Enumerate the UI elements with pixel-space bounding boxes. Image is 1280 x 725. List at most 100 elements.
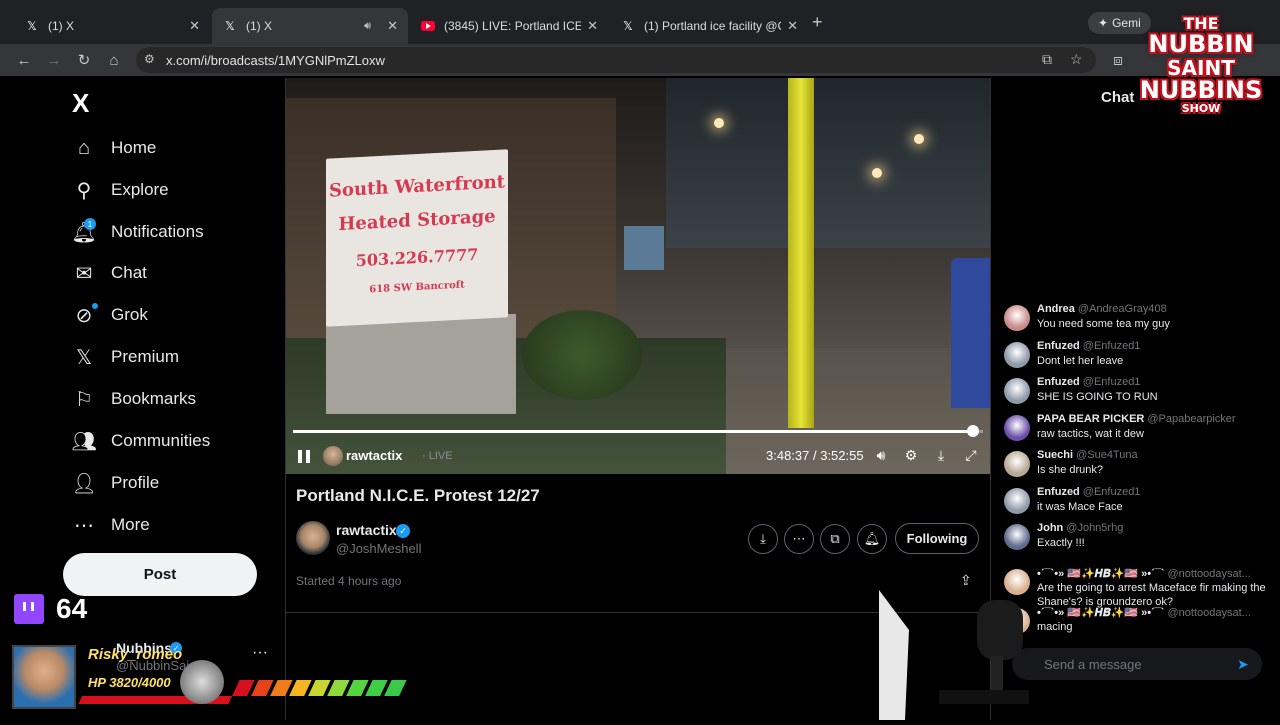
host-avatar[interactable] bbox=[323, 446, 343, 466]
post-button[interactable]: Post bbox=[63, 553, 257, 596]
browser-tab-bar: 𝕏 (1) X ✕ 𝕏 (1) X 🔊︎ ✕ (3845) LIVE: Port… bbox=[0, 0, 1280, 44]
sidebar-item-label: Notifications bbox=[111, 222, 204, 241]
fullscreen-icon[interactable]: ⤢ bbox=[962, 446, 980, 464]
video-progress-bar[interactable] bbox=[293, 425, 983, 437]
live-label: · LIVE bbox=[422, 450, 453, 462]
browser-tab[interactable]: (3845) LIVE: Portland ICE - Dece ✕ bbox=[410, 8, 608, 44]
chat-text: You need some tea my guy bbox=[1037, 318, 1170, 330]
sidebar-item-label: More bbox=[111, 515, 150, 534]
close-tab-icon[interactable]: ✕ bbox=[587, 18, 598, 34]
video-scene-mailbox bbox=[624, 226, 664, 270]
sign-text-line: South Waterfront bbox=[329, 171, 505, 202]
chat-avatar[interactable] bbox=[1004, 524, 1030, 550]
sparkle-icon: ✦ bbox=[1098, 16, 1109, 30]
account-more-icon[interactable]: ··· bbox=[252, 644, 268, 662]
send-icon[interactable]: ➤ bbox=[1237, 656, 1249, 673]
tab-title: (3845) LIVE: Portland ICE - Dece bbox=[444, 19, 582, 33]
picture-in-picture-button[interactable]: ⧉ bbox=[820, 524, 850, 554]
chat-author[interactable]: •´¯`•» 🇺🇸✨𝑯𝑩✨🇺🇸 »•´¯` @nottoodaysat... bbox=[1037, 567, 1251, 581]
broadcast-video[interactable]: South Waterfront Heated Storage 503.226.… bbox=[286, 78, 990, 474]
settings-gear-icon[interactable]: ⚙ bbox=[902, 446, 920, 464]
sidebar-item-profile[interactable]: 👤︎ Profile bbox=[71, 468, 159, 498]
browser-tab-active[interactable]: 𝕏 (1) X 🔊︎ ✕ bbox=[212, 8, 408, 44]
sidebar-item-communities[interactable]: 👥︎ Communities bbox=[71, 426, 210, 456]
sidebar-item-label: Premium bbox=[111, 347, 180, 366]
speaker-icon[interactable]: 🔊︎ bbox=[364, 20, 371, 33]
more-options-button[interactable]: ⋯ bbox=[784, 524, 814, 554]
site-info-icon[interactable]: ⚙ bbox=[144, 52, 155, 66]
twitch-icon bbox=[14, 594, 44, 624]
chat-text: it was Mace Face bbox=[1037, 501, 1123, 513]
chat-author[interactable]: PAPA BEAR PICKER @Papabearpicker bbox=[1037, 413, 1236, 425]
close-tab-icon[interactable]: ✕ bbox=[387, 18, 398, 34]
following-button[interactable]: Following bbox=[895, 523, 979, 554]
author-name[interactable]: rawtactix bbox=[336, 522, 397, 538]
install-app-icon[interactable]: ⧉ bbox=[1042, 51, 1052, 68]
sidebar-item-chat[interactable]: ✉ Chat bbox=[72, 258, 147, 288]
chat-author-name: •´¯`•» 🇺🇸✨𝑯𝑩✨🇺🇸 »•´¯` bbox=[1037, 568, 1165, 580]
chat-message-input[interactable] bbox=[1012, 648, 1262, 680]
bookmark-star-icon[interactable]: ☆ bbox=[1070, 51, 1083, 68]
notify-button[interactable]: 🔔︎ bbox=[857, 524, 887, 554]
author-handle[interactable]: @JoshMeshell bbox=[336, 541, 421, 556]
chat-author[interactable]: Enfuzed @Enfuzed1 bbox=[1037, 340, 1140, 352]
chat-author[interactable]: Andrea @AndreaGray408 bbox=[1037, 303, 1167, 315]
new-tab-button[interactable]: + bbox=[812, 12, 823, 33]
video-scene-sign-base bbox=[326, 314, 516, 414]
x-premium-icon: 𝕏 bbox=[75, 346, 93, 369]
x-icon: 𝕏 bbox=[225, 19, 235, 33]
dock-broadcast-button[interactable]: ⤓ bbox=[748, 524, 778, 554]
chat-avatar[interactable] bbox=[1004, 378, 1030, 404]
video-time: 3:48:37 / 3:52:55 bbox=[766, 448, 864, 463]
dock-icon[interactable]: ⤓ bbox=[932, 446, 950, 464]
home-icon[interactable]: ⌂ bbox=[104, 50, 124, 70]
chat-avatar[interactable] bbox=[1004, 342, 1030, 368]
chat-author-name: Enfuzed bbox=[1037, 340, 1080, 352]
video-scene-building bbox=[666, 78, 990, 248]
sidebar-item-more[interactable]: ⋯ More bbox=[72, 510, 150, 540]
chat-avatar[interactable] bbox=[1004, 305, 1030, 331]
chat-author-handle: @AndreaGray408 bbox=[1077, 303, 1167, 315]
chat-author[interactable]: Enfuzed @Enfuzed1 bbox=[1037, 486, 1140, 498]
address-bar[interactable]: ⚙ x.com/i/broadcasts/1MYGNlPmZLoxw ⧉ ☆ bbox=[136, 47, 1096, 73]
chat-author-handle: @Papabearpicker bbox=[1147, 413, 1236, 425]
show-logo: THE NUBBIN SAINT NUBBINS SHOW bbox=[1128, 10, 1274, 120]
video-scene-light bbox=[872, 168, 882, 178]
pause-icon[interactable] bbox=[296, 447, 312, 465]
browser-tab[interactable]: 𝕏 (1) Portland ice facility @Chrisx ✕ bbox=[610, 8, 808, 44]
chat-avatar[interactable] bbox=[1004, 415, 1030, 441]
volume-icon[interactable]: 🔊︎ bbox=[872, 446, 890, 464]
chat-author-handle: @John5rhg bbox=[1066, 522, 1124, 534]
video-scene-bin bbox=[951, 258, 990, 408]
chat-text: Is she drunk? bbox=[1037, 464, 1104, 476]
sidebar-item-premium[interactable]: 𝕏 Premium bbox=[72, 342, 179, 372]
sidebar-item-label: Bookmarks bbox=[111, 389, 197, 408]
sidebar-item-explore[interactable]: ⚲ Explore bbox=[72, 175, 169, 205]
forward-arrow-icon[interactable]: → bbox=[44, 50, 64, 70]
video-progress-knob[interactable] bbox=[966, 425, 979, 437]
chat-avatar[interactable] bbox=[1004, 488, 1030, 514]
close-tab-icon[interactable]: ✕ bbox=[787, 18, 798, 34]
chat-author[interactable]: Enfuzed @Enfuzed1 bbox=[1037, 376, 1140, 388]
home-icon: ⌂ bbox=[77, 136, 91, 159]
skull-badge-icon bbox=[180, 660, 224, 704]
close-tab-icon[interactable]: ✕ bbox=[189, 18, 200, 34]
browser-tab[interactable]: 𝕏 (1) X ✕ bbox=[14, 8, 210, 44]
sidebar-item-label: Chat bbox=[111, 263, 147, 282]
sidebar-item-home[interactable]: ⌂ Home bbox=[72, 133, 156, 163]
x-logo[interactable]: X bbox=[72, 88, 89, 119]
sidebar-item-grok[interactable]: ⊘ Grok bbox=[72, 300, 148, 330]
chat-author[interactable]: •´¯`•» 🇺🇸✨𝑯𝑩✨🇺🇸 »•´¯` @nottoodaysat... bbox=[1037, 606, 1251, 620]
author-avatar[interactable] bbox=[296, 521, 330, 555]
host-name[interactable]: rawtactix bbox=[346, 448, 402, 463]
reload-icon[interactable]: ↻ bbox=[74, 50, 94, 70]
chat-avatar[interactable] bbox=[1004, 451, 1030, 477]
extensions-icon[interactable]: ⧈ bbox=[1108, 50, 1128, 70]
microphone-overlay bbox=[879, 590, 1029, 720]
chat-author[interactable]: John @John5rhg bbox=[1037, 522, 1123, 534]
back-arrow-icon[interactable]: ← bbox=[14, 50, 34, 70]
chat-text: Exactly !!! bbox=[1037, 537, 1085, 549]
sidebar-item-bookmarks[interactable]: ⚐ Bookmarks bbox=[72, 384, 196, 414]
share-icon[interactable]: ⇪ bbox=[960, 572, 972, 589]
chat-author[interactable]: Suechi @Sue4Tuna bbox=[1037, 449, 1138, 461]
